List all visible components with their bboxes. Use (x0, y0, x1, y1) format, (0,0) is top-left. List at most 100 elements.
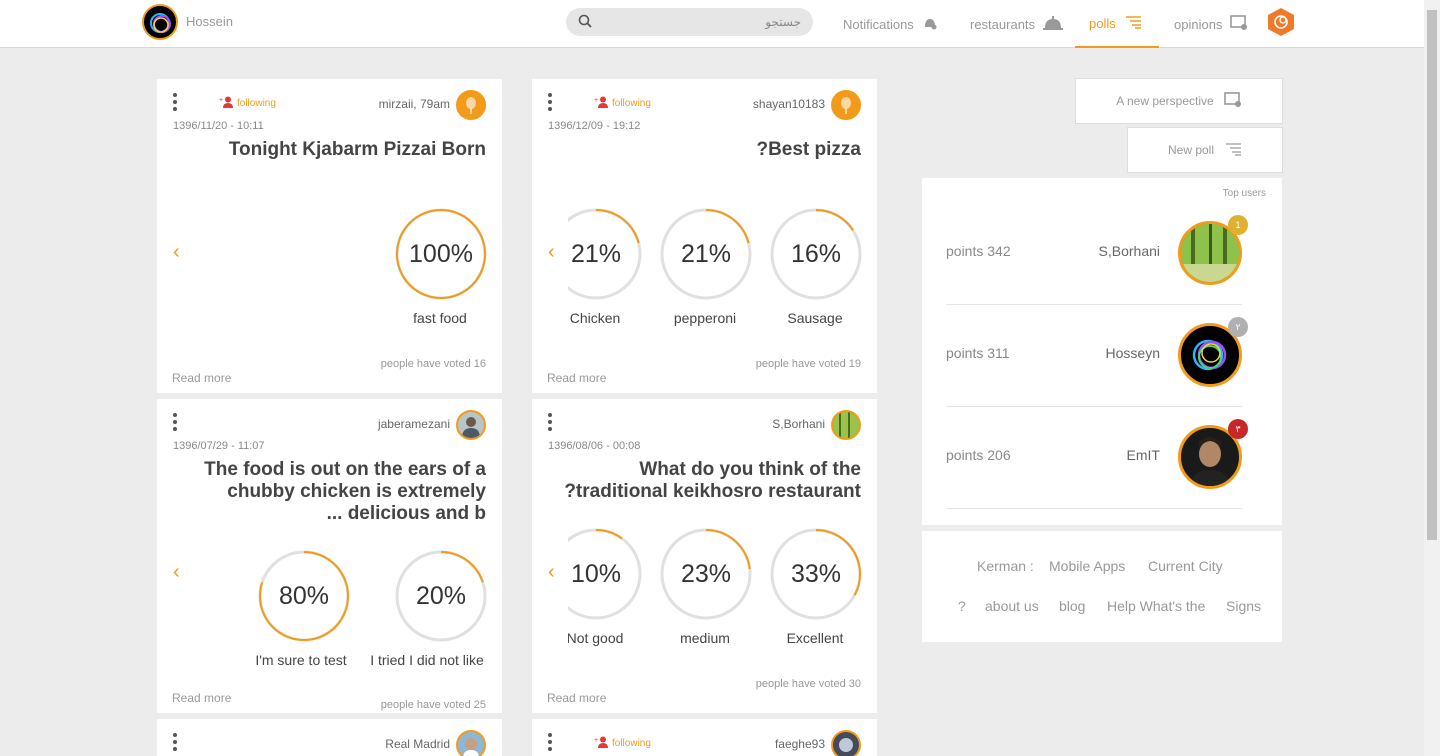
nav-notifications-label: Notifications (843, 16, 914, 32)
prev-arrow-icon[interactable]: ‹ (548, 561, 555, 584)
search-input[interactable]: جستجو (765, 15, 801, 29)
page-scrollbar[interactable] (1424, 0, 1440, 756)
poll-title[interactable]: What do you think of the ?traditional ke… (561, 459, 861, 503)
poll-title[interactable]: Tonight Kjabarm Pizzai Born (186, 139, 486, 161)
footer-help-link[interactable]: Help What's the (1107, 598, 1205, 614)
poll-option-percent: 16% (790, 239, 842, 268)
poll-option-label: I tried I did not like (370, 652, 484, 668)
read-more-link[interactable]: Read more (547, 371, 606, 385)
top-user-name[interactable]: EmIT (1127, 447, 1160, 463)
prev-arrow-icon[interactable]: ‹ (173, 561, 180, 584)
poll-author[interactable]: faeghe93 (775, 737, 825, 751)
top-user-name[interactable]: Hosseyn (1106, 345, 1160, 361)
follow-button[interactable]: + following (219, 96, 276, 111)
new-poll-button[interactable]: New poll (1127, 127, 1283, 173)
top-user-row[interactable]: points 342 S,Borhani 1 (946, 203, 1248, 305)
top-user-name[interactable]: S,Borhani (1099, 243, 1160, 259)
poll-author[interactable]: shayan10183 (753, 97, 825, 111)
bell-icon (922, 16, 938, 33)
top-users-panel: Top users points 342 S,Borhani 1 points … (922, 178, 1282, 525)
card-menu-icon[interactable] (173, 733, 179, 751)
poll-option-ring[interactable]: 80% (258, 550, 350, 642)
svg-text:+: + (594, 737, 598, 744)
poll-option-percent: 80% (278, 581, 330, 610)
poll-option-percent: 21% (680, 239, 732, 268)
search-icon[interactable] (578, 14, 592, 33)
poll-card: + following faeghe93 (532, 719, 877, 756)
top-users-title: Top users (1222, 188, 1266, 199)
nav-opinions[interactable]: opinions (1174, 0, 1248, 48)
footer-signs-link[interactable]: Signs (1226, 598, 1261, 614)
svg-text:+: + (219, 97, 223, 104)
poll-author[interactable]: Real Madrid (385, 737, 450, 751)
nav-notifications[interactable]: Notifications (843, 0, 938, 48)
new-perspective-button[interactable]: A new perspective (1075, 78, 1283, 124)
top-bar: Hossein جستجو Notifications restaurants … (0, 0, 1424, 48)
footer-blog-link[interactable]: blog (1059, 598, 1085, 614)
follow-button[interactable]: + following (594, 96, 651, 111)
card-menu-icon[interactable] (548, 413, 554, 431)
poll-card: + following mirzaii, 79am 1396/11/20 - 1… (157, 79, 502, 393)
footer-about-link[interactable]: about us (985, 598, 1039, 614)
poll-option-ring[interactable]: 10% (568, 528, 642, 620)
cloche-icon (1043, 15, 1064, 33)
opinion-board-icon (1230, 14, 1248, 34)
poll-date: 1396/07/29 - 11:07 (173, 440, 265, 452)
poll-author[interactable]: jaberamezani (378, 417, 450, 431)
poll-option-ring[interactable]: 21% (568, 208, 642, 300)
poll-option-ring[interactable]: 23% (660, 528, 752, 620)
footer-current-city-link[interactable]: Current City (1148, 558, 1223, 574)
footer-mobile-apps-link[interactable]: Mobile Apps (1049, 558, 1125, 574)
card-menu-icon[interactable] (548, 93, 554, 111)
user-name[interactable]: Hossein (186, 14, 233, 29)
prev-arrow-icon[interactable]: ‹ (548, 241, 555, 264)
footer-links-panel: Kerman : Mobile Apps Current City ? abou… (922, 531, 1282, 642)
search-bar[interactable]: جستجو (566, 8, 813, 36)
new-poll-label: New poll (1167, 143, 1215, 157)
poll-option-ring[interactable]: 16% (770, 208, 862, 300)
poll-option-ring[interactable]: 33% (770, 528, 862, 620)
nav-restaurants-label: restaurants (970, 16, 1036, 32)
user-avatar[interactable] (142, 4, 178, 40)
author-avatar[interactable] (831, 90, 861, 120)
poll-date: 1396/11/20 - 10:11 (173, 120, 264, 132)
poll-option-ring[interactable]: 21% (660, 208, 752, 300)
poll-title[interactable]: ?Best pizza (561, 139, 861, 161)
author-avatar[interactable] (456, 410, 486, 440)
card-menu-icon[interactable] (173, 93, 179, 111)
poll-title-line: chubby chicken is extremely (227, 481, 486, 502)
author-avatar[interactable] (831, 410, 861, 440)
top-user-row[interactable]: points 206 EmIT ۳ (946, 407, 1248, 509)
poll-option-ring[interactable]: 20% (395, 550, 487, 642)
brand-logo-icon[interactable] (1266, 7, 1296, 37)
follow-button[interactable]: + following (594, 736, 651, 751)
poll-options-carousel: 10% 23% 33% Not good medium Excellent (568, 519, 868, 659)
card-menu-icon[interactable] (548, 733, 554, 751)
poll-option-percent: 33% (790, 559, 842, 588)
author-avatar[interactable] (456, 730, 486, 756)
top-user-row[interactable]: points 311 Hosseyn ۲ (946, 305, 1248, 407)
poll-author[interactable]: S,Borhani (772, 417, 825, 431)
scrollbar-thumb[interactable] (1427, 10, 1437, 540)
poll-author[interactable]: mirzaii, 79am (379, 97, 450, 111)
gold-medal-icon: 1 (1228, 215, 1248, 235)
nav-restaurants[interactable]: restaurants (970, 0, 1064, 48)
poll-title-line: What do you think of the (639, 459, 861, 480)
prev-arrow-icon[interactable]: ‹ (173, 241, 180, 264)
poll-card: jaberamezani 1396/07/29 - 11:07 The food… (157, 399, 502, 713)
poll-list-icon (1124, 15, 1142, 32)
new-perspective-label: A new perspective (1116, 94, 1214, 108)
card-menu-icon[interactable] (173, 413, 179, 431)
poll-option-percent: 20% (415, 581, 467, 610)
poll-option-ring[interactable]: 100% (395, 208, 487, 300)
author-avatar[interactable] (831, 730, 861, 756)
footer-question-mark: ? (958, 598, 966, 614)
poll-card: Real Madrid (157, 719, 502, 756)
vote-count: people have voted 30 (755, 678, 861, 690)
nav-polls[interactable]: polls (1075, 0, 1159, 48)
read-more-link[interactable]: Read more (547, 691, 606, 705)
read-more-link[interactable]: Read more (172, 371, 231, 385)
poll-title[interactable]: The food is out on the ears of a chubby … (186, 459, 486, 525)
read-more-link[interactable]: Read more (172, 691, 231, 705)
author-avatar[interactable] (456, 90, 486, 120)
